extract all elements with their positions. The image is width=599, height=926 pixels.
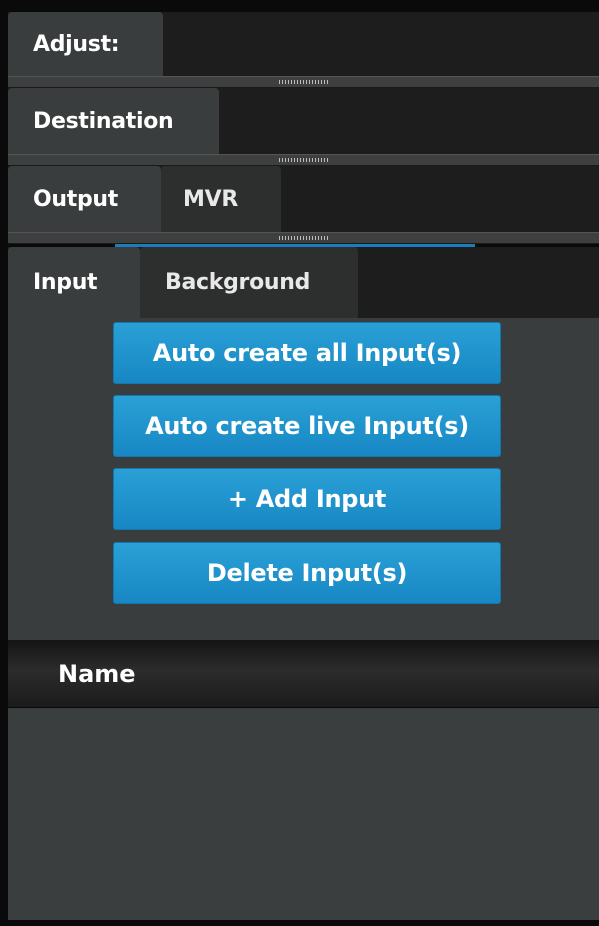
tab-adjust[interactable]: Adjust: [8, 12, 163, 76]
tab-output[interactable]: Output [8, 166, 161, 232]
auto-create-live-inputs-button[interactable]: Auto create live Input(s) [113, 395, 501, 457]
tab-output-label: Output [33, 186, 119, 212]
input-table-header: Name [8, 640, 599, 708]
app-frame: Adjust: Destination Output MVR Input Bac… [0, 0, 599, 926]
tab-mvr-label: MVR [183, 186, 238, 212]
adjust-tabs: Adjust: [8, 12, 163, 76]
output-panel-tabbar: Output MVR [8, 166, 599, 232]
input-tabs: Input Background [8, 247, 358, 318]
adjust-panel-tabbar: Adjust: [8, 12, 599, 76]
output-tabs: Output MVR [8, 166, 281, 232]
tab-input[interactable]: Input [8, 247, 140, 318]
destination-panel-tabbar: Destination [8, 88, 599, 154]
input-table-body [8, 708, 599, 920]
tab-background[interactable]: Background [140, 247, 358, 318]
tab-mvr[interactable]: MVR [161, 166, 281, 232]
input-panel-tabbar: Input Background [8, 247, 599, 318]
destination-splitter[interactable] [8, 154, 599, 166]
splitter-grip-icon [278, 158, 329, 162]
tab-adjust-label: Adjust: [33, 31, 120, 57]
tab-input-label: Input [33, 270, 98, 295]
destination-tabs: Destination [8, 88, 219, 154]
tab-destination-label: Destination [33, 108, 174, 134]
splitter-grip-icon [278, 80, 329, 84]
output-splitter[interactable] [8, 232, 599, 244]
adjust-splitter[interactable] [8, 76, 599, 88]
add-input-button[interactable]: + Add Input [113, 468, 501, 530]
tab-background-label: Background [165, 270, 311, 295]
tab-destination[interactable]: Destination [8, 88, 219, 154]
input-panel-content: Auto create all Input(s) Auto create liv… [8, 318, 599, 640]
auto-create-all-inputs-button[interactable]: Auto create all Input(s) [113, 322, 501, 384]
splitter-grip-icon [278, 236, 329, 240]
delete-inputs-button[interactable]: Delete Input(s) [113, 542, 501, 604]
column-header-name[interactable]: Name [58, 640, 136, 708]
